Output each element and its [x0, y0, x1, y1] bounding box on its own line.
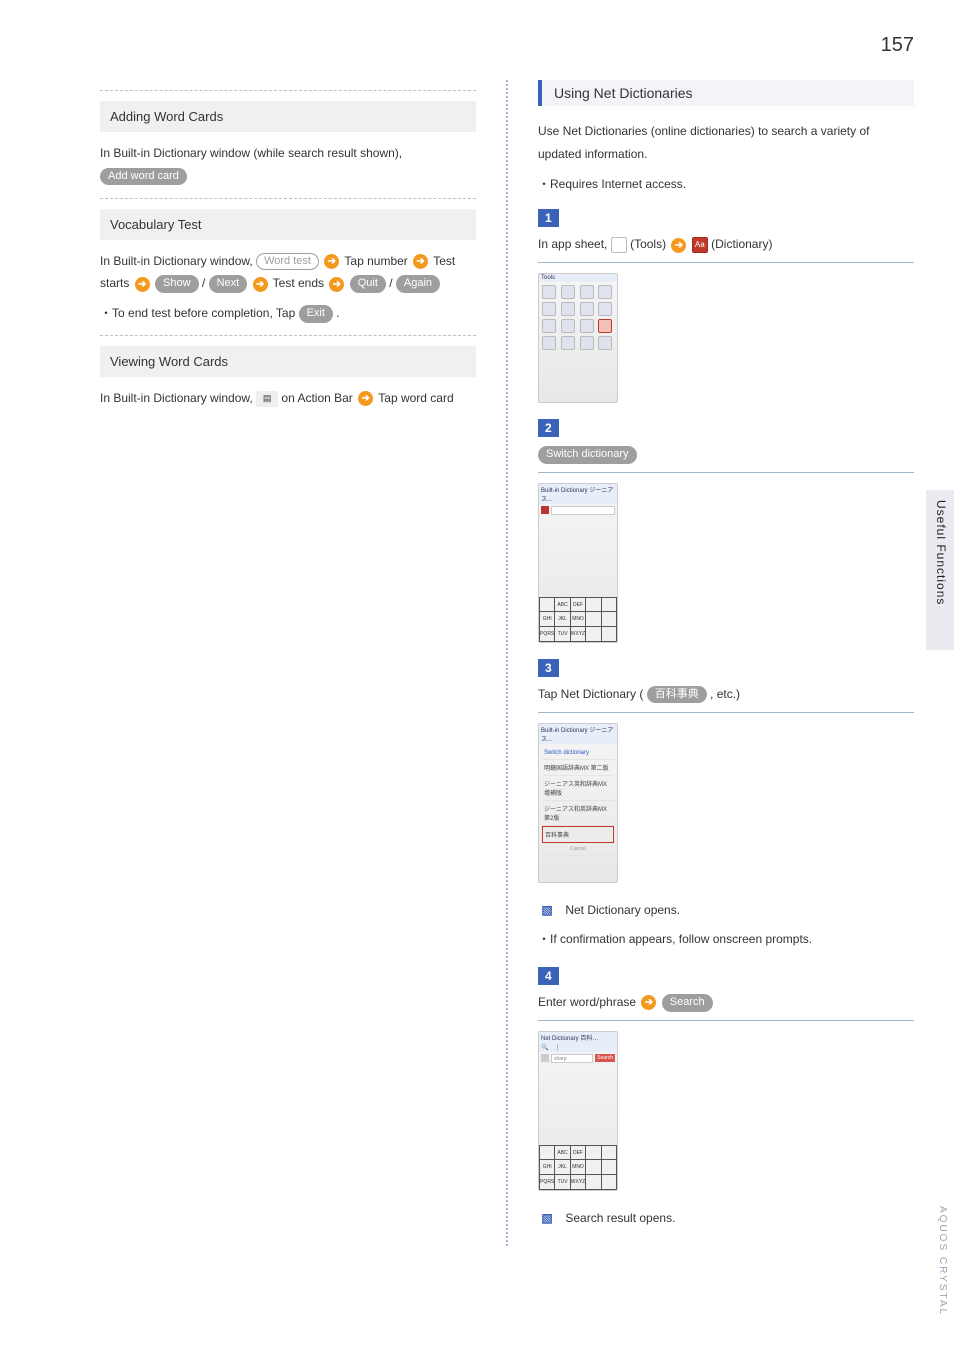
dictionary-app-icon[interactable]: Aa: [692, 237, 708, 253]
side-label-model: AQUOS CRYSTAL: [937, 1206, 948, 1316]
viewing-t1: In Built-in Dictionary window,: [100, 391, 256, 405]
bullet-icon: [538, 932, 550, 946]
step1-tools: (Tools): [630, 237, 669, 251]
arrow-icon: ➔: [253, 277, 268, 292]
result-icon: ▧: [538, 1210, 556, 1228]
screenshot-app-sheet: Tools: [538, 273, 618, 403]
arrow-icon: ➔: [671, 238, 686, 253]
app-grid-icon[interactable]: [611, 237, 627, 253]
vocab-t1: In Built-in Dictionary window,: [100, 254, 256, 268]
arrow-icon: ➔: [413, 254, 428, 269]
step2-instruction: Switch dictionary: [538, 443, 914, 473]
bullet-icon: [100, 306, 112, 320]
heading-vocabulary-test: Vocabulary Test: [100, 209, 476, 240]
next-button[interactable]: Next: [209, 275, 248, 293]
screenshot-switch-dictionary: Built-in Dictionary ジーニアス… Switch dictio…: [538, 723, 618, 883]
screenshot-net-dictionary: Net Dictionary 百科… 🔍 ⋮ sharpSearch ABCDE…: [538, 1031, 618, 1191]
exit-button[interactable]: Exit: [299, 305, 333, 323]
page-number: 157: [881, 34, 914, 57]
viewing-t2: on Action Bar: [281, 391, 356, 405]
viewing-text: In Built-in Dictionary window, ▤ on Acti…: [100, 387, 476, 410]
arrow-icon: ➔: [329, 277, 344, 292]
heading-viewing-word-cards: Viewing Word Cards: [100, 346, 476, 377]
divider: [100, 90, 476, 91]
arrow-icon: ➔: [135, 277, 150, 292]
bullet-icon: [538, 177, 550, 191]
column-divider: [506, 80, 508, 1246]
step1-dict: (Dictionary): [711, 237, 772, 251]
step3-result: ▧ Net Dictionary opens.: [538, 899, 914, 922]
show-button[interactable]: Show: [155, 275, 199, 293]
intro-text: Use Net Dictionaries (online dictionarie…: [538, 120, 914, 166]
vocab-t2: Tap number: [344, 254, 411, 268]
slash: /: [389, 276, 396, 290]
word-cards-icon[interactable]: ▤: [256, 391, 278, 407]
step-number-1: 1: [538, 209, 559, 227]
requires-internet-text: Requires Internet access.: [550, 177, 686, 191]
step-number-3: 3: [538, 659, 559, 677]
viewing-t3: Tap word card: [378, 391, 453, 405]
step1-t1: In app sheet,: [538, 237, 611, 251]
step1-instruction: In app sheet, (Tools) ➔ Aa (Dictionary): [538, 233, 914, 263]
vocab-text: In Built-in Dictionary window, Word test…: [100, 250, 476, 296]
step3-result-text: Net Dictionary opens.: [565, 903, 680, 917]
divider: [100, 198, 476, 199]
vocab-t4: Test ends: [273, 276, 328, 290]
adding-text: In Built-in Dictionary window (while sea…: [100, 142, 476, 188]
step-number-4: 4: [538, 967, 559, 985]
arrow-icon: ➔: [324, 254, 339, 269]
requires-internet: Requires Internet access.: [538, 174, 914, 196]
add-word-card-button[interactable]: Add word card: [100, 168, 187, 186]
step4-instruction: Enter word/phrase ➔ Search: [538, 991, 914, 1021]
screenshot-builtin-dictionary: Built-in Dictionary ジーニアス… ABCDEF GHIJKL…: [538, 483, 618, 643]
step3-note: If confirmation appears, follow onscreen…: [538, 929, 914, 951]
step3-t2: , etc.): [710, 687, 740, 701]
word-test-button[interactable]: Word test: [256, 253, 319, 270]
step-number-2: 2: [538, 419, 559, 437]
vocab-note1-end: .: [336, 306, 339, 320]
result-icon: ▧: [538, 901, 556, 919]
search-button[interactable]: Search: [662, 994, 713, 1012]
switch-dictionary-button[interactable]: Switch dictionary: [538, 446, 637, 464]
encyclopedia-button[interactable]: 百科事典: [647, 686, 707, 704]
step3-note-text: If confirmation appears, follow onscreen…: [550, 932, 812, 946]
section-using-net-dictionaries: Using Net Dictionaries: [538, 80, 914, 106]
arrow-icon: ➔: [641, 995, 656, 1010]
vocab-note1: To end test before completion, Tap: [112, 306, 299, 320]
step3-instruction: Tap Net Dictionary ( 百科事典 , etc.): [538, 683, 914, 713]
adding-line: In Built-in Dictionary window (while sea…: [100, 146, 402, 160]
quit-button[interactable]: Quit: [350, 275, 386, 293]
step4-t1: Enter word/phrase: [538, 995, 639, 1009]
side-label-useful-functions: Useful Functions: [934, 500, 948, 605]
again-button[interactable]: Again: [396, 275, 440, 293]
vocab-note: To end test before completion, Tap Exit …: [100, 303, 476, 325]
arrow-icon: ➔: [358, 391, 373, 406]
divider: [100, 335, 476, 336]
heading-adding-word-cards: Adding Word Cards: [100, 101, 476, 132]
step4-result: ▧ Search result opens.: [538, 1207, 914, 1230]
step4-result-text: Search result opens.: [565, 1211, 675, 1225]
slash: /: [202, 276, 209, 290]
step3-t1: Tap Net Dictionary (: [538, 687, 647, 701]
